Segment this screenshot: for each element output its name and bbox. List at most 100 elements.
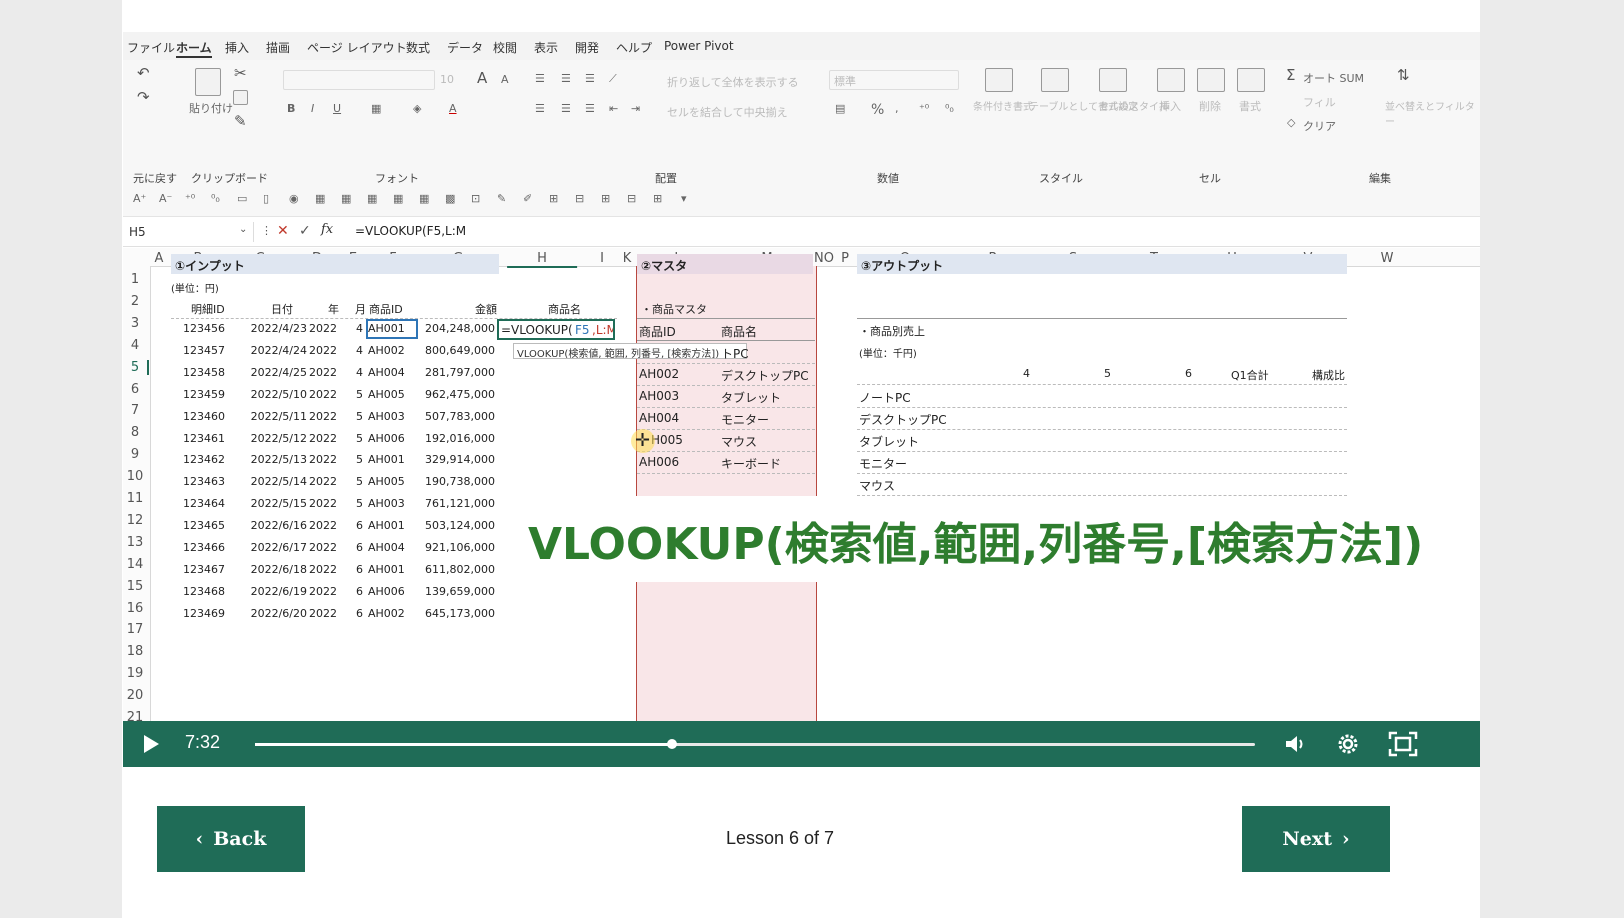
format-as-table-icon[interactable] <box>1041 68 1069 92</box>
input-cell[interactable]: 2022 <box>309 366 337 379</box>
merge-center-button[interactable]: セルを結合して中央揃え <box>667 104 788 120</box>
input-cell[interactable]: 123456 <box>183 322 225 335</box>
qat-decimal-icon[interactable]: ⁺⁰ <box>185 192 195 205</box>
input-cell[interactable]: 123468 <box>183 585 225 598</box>
master-cell[interactable]: AH006 <box>639 455 679 469</box>
input-cell[interactable]: AH003 <box>368 410 412 423</box>
input-cell[interactable]: 645,173,000 <box>423 607 495 620</box>
output-row-label[interactable]: マウス <box>859 477 895 494</box>
col-no[interactable]: NO <box>814 251 834 266</box>
qat-frame-icon[interactable]: ▭ <box>237 192 247 205</box>
input-cell[interactable]: 204,248,000 <box>423 322 495 335</box>
underline-icon[interactable]: U <box>333 102 341 115</box>
redo-icon[interactable]: ↷ <box>137 88 150 106</box>
input-cell[interactable]: 2022 <box>309 607 337 620</box>
name-box[interactable]: H5 ⌄ <box>125 222 254 242</box>
input-cell[interactable]: 2022/5/12 <box>235 432 307 445</box>
input-cell[interactable]: 2022 <box>309 563 337 576</box>
paste-icon[interactable] <box>195 68 221 96</box>
input-cell[interactable]: 6 <box>353 563 363 576</box>
input-cell[interactable]: 2022 <box>309 453 337 466</box>
input-cell[interactable]: AH001 <box>368 519 412 532</box>
input-cell[interactable]: 503,124,000 <box>423 519 495 532</box>
input-cell[interactable]: 2022/5/11 <box>235 410 307 423</box>
cell-styles-icon[interactable] <box>1099 68 1127 92</box>
row-header[interactable]: 16 <box>123 601 147 616</box>
input-cell[interactable]: 800,649,000 <box>423 344 495 357</box>
qat-grid6-icon[interactable]: ▩ <box>445 192 455 205</box>
qat-font-shrink-icon[interactable]: A⁻ <box>159 192 172 205</box>
input-cell[interactable]: 123459 <box>183 388 225 401</box>
input-cell[interactable]: 123462 <box>183 453 225 466</box>
menu-view[interactable]: 表示 <box>534 39 558 56</box>
formula-input[interactable]: =VLOOKUP(F5,L:M <box>355 224 466 238</box>
col-a[interactable]: A <box>155 251 164 266</box>
col-k[interactable]: K <box>623 251 632 266</box>
input-cell[interactable]: 5 <box>353 410 363 423</box>
font-name-select[interactable] <box>283 70 435 90</box>
qat-customize-icon[interactable]: ▾ <box>681 192 687 205</box>
qat-decimal-down-icon[interactable]: ⁰₀ <box>211 192 220 205</box>
input-cell[interactable]: AH001 <box>368 453 412 466</box>
input-cell[interactable]: 123458 <box>183 366 225 379</box>
input-cell[interactable]: 6 <box>353 541 363 554</box>
input-cell[interactable]: 2022/5/10 <box>235 388 307 401</box>
input-cell[interactable]: 2022 <box>309 475 337 488</box>
input-cell[interactable]: 123469 <box>183 607 225 620</box>
input-cell[interactable]: 962,475,000 <box>423 388 495 401</box>
input-cell[interactable]: AH006 <box>368 432 412 445</box>
active-cell-editor[interactable]: =VLOOKUP( F5 ,L:M <box>497 319 615 340</box>
master-cell[interactable]: AH003 <box>639 389 679 403</box>
input-cell[interactable]: 507,783,000 <box>423 410 495 423</box>
input-cell[interactable]: 123457 <box>183 344 225 357</box>
row-header[interactable]: 6 <box>123 382 147 397</box>
align-center-icon[interactable]: ☰ <box>561 102 571 115</box>
col-h[interactable]: H <box>507 251 577 268</box>
master-cell[interactable]: キーボード <box>721 455 781 472</box>
menu-help[interactable]: ヘルプ <box>616 39 652 56</box>
decrease-font-icon[interactable]: A <box>501 73 509 86</box>
master-cell[interactable]: H005 <box>651 433 683 447</box>
menu-developer[interactable]: 開発 <box>575 39 599 56</box>
row-header[interactable]: 8 <box>123 425 147 440</box>
master-cell[interactable]: マウス <box>721 433 757 450</box>
row-header[interactable]: 10 <box>123 469 147 484</box>
input-cell[interactable]: 2022/5/13 <box>235 453 307 466</box>
input-cell[interactable]: AH005 <box>368 475 412 488</box>
input-cell[interactable]: AH005 <box>368 388 412 401</box>
clear-label[interactable]: クリア <box>1303 118 1336 134</box>
input-cell[interactable]: 2022/4/25 <box>235 366 307 379</box>
undo-icon[interactable]: ↶ <box>137 64 150 82</box>
qat-shape3-icon[interactable]: ⊞ <box>601 192 610 205</box>
input-cell[interactable]: 611,802,000 <box>423 563 495 576</box>
input-cell[interactable]: AH001 <box>368 563 412 576</box>
output-row-label[interactable]: デスクトップPC <box>859 411 947 428</box>
input-cell[interactable]: 2022 <box>309 322 337 335</box>
input-cell[interactable]: 2022/6/20 <box>235 607 307 620</box>
chevron-down-icon[interactable]: ⌄ <box>239 224 247 235</box>
qat-grid-icon[interactable]: ▦ <box>315 192 325 205</box>
font-color-icon[interactable]: A <box>449 102 457 115</box>
input-cell[interactable]: 921,106,000 <box>423 541 495 554</box>
currency-icon[interactable]: ▤ <box>835 102 845 115</box>
conditional-format-icon[interactable] <box>985 68 1013 92</box>
row-header[interactable]: 1 <box>123 272 147 287</box>
border-icon[interactable]: ▦ <box>371 102 381 115</box>
qat-shape2-icon[interactable]: ⊟ <box>575 192 584 205</box>
row-header[interactable]: 20 <box>123 688 147 703</box>
master-cell[interactable]: タブレット <box>721 389 781 406</box>
fill-color-icon[interactable]: ◈ <box>413 102 421 115</box>
cancel-icon[interactable]: ✕ <box>277 223 289 239</box>
master-cell[interactable]: AH002 <box>639 367 679 381</box>
settings-icon[interactable] <box>1335 731 1361 757</box>
row-header[interactable]: 11 <box>123 491 147 506</box>
menu-file[interactable]: ファイル <box>127 39 175 56</box>
input-cell[interactable]: 2022/5/15 <box>235 497 307 510</box>
align-middle-icon[interactable]: ☰ <box>561 72 571 85</box>
row-header[interactable]: 14 <box>123 557 147 572</box>
input-cell[interactable]: AH003 <box>368 497 412 510</box>
copy-icon[interactable] <box>233 90 248 105</box>
menu-review[interactable]: 校閲 <box>493 39 517 56</box>
col-w[interactable]: W <box>1381 251 1394 266</box>
align-bottom-icon[interactable]: ☰ <box>585 72 595 85</box>
